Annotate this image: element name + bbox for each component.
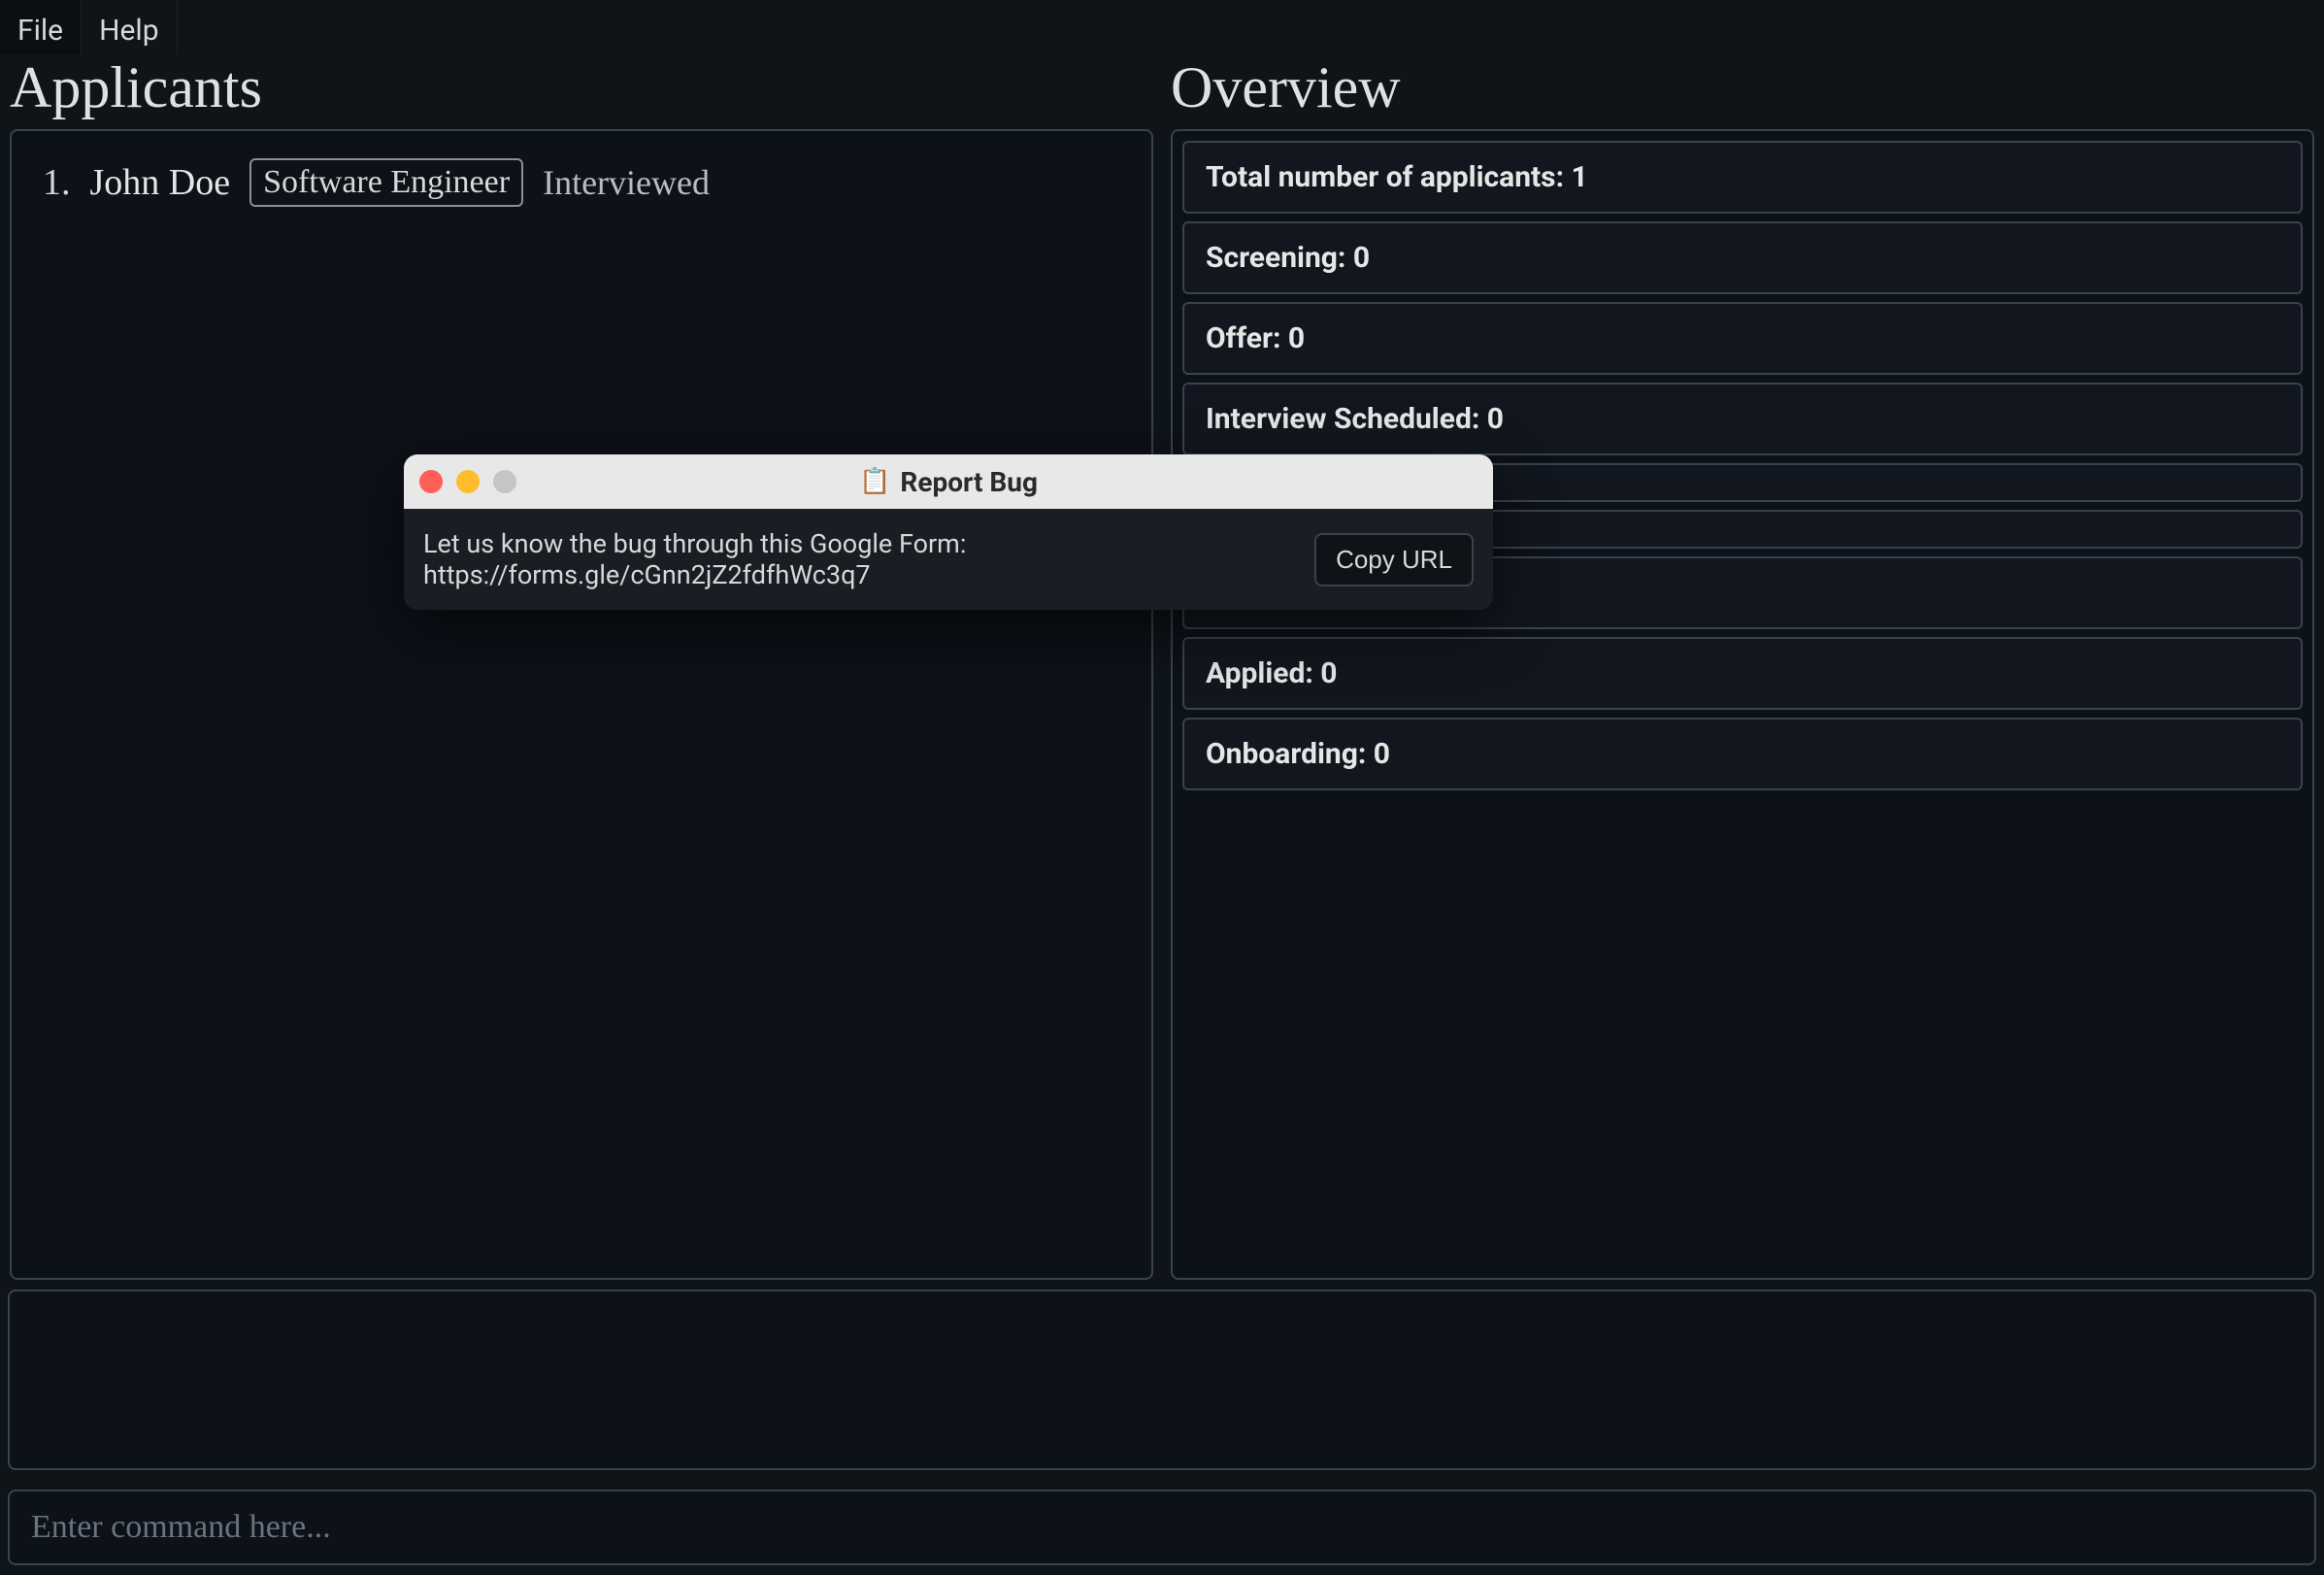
bottom-section	[0, 1290, 2324, 1575]
modal-title: 📋 Report Bug	[404, 466, 1493, 498]
modal-body-text: Let us know the bug through this Google …	[423, 528, 1295, 590]
applicant-number: 1.	[43, 161, 71, 204]
applicants-panel: Applicants 1. John Doe Software Engineer…	[10, 54, 1153, 1280]
applicant-status: Interviewed	[543, 162, 710, 203]
applicant-row[interactable]: 1. John Doe Software Engineer Interviewe…	[21, 141, 1142, 224]
copy-url-button[interactable]: Copy URL	[1314, 533, 1474, 586]
overview-panel: Overview Total number of applicants: 1 S…	[1171, 54, 2314, 1280]
applicants-title: Applicants	[10, 54, 1153, 121]
modal-title-text: Report Bug	[900, 466, 1038, 498]
overview-title: Overview	[1171, 54, 2314, 121]
overview-screening: Screening: 0	[1182, 221, 2303, 294]
clipboard-icon: 📋	[859, 467, 890, 496]
overview-total: Total number of applicants: 1	[1182, 141, 2303, 214]
overview-box: Total number of applicants: 1 Screening:…	[1171, 129, 2314, 1280]
menu-file[interactable]: File	[0, 0, 82, 54]
output-box	[8, 1290, 2316, 1470]
modal-body: Let us know the bug through this Google …	[404, 509, 1493, 610]
overview-interview-scheduled: Interview Scheduled: 0	[1182, 383, 2303, 455]
menu-help[interactable]: Help	[82, 0, 177, 54]
modal-titlebar: 📋 Report Bug	[404, 454, 1493, 509]
applicant-role-badge: Software Engineer	[249, 158, 523, 207]
report-bug-modal: 📋 Report Bug Let us know the bug through…	[404, 454, 1493, 610]
overview-offer: Offer: 0	[1182, 302, 2303, 375]
overview-onboarding: Onboarding: 0	[1182, 718, 2303, 790]
applicants-box: 1. John Doe Software Engineer Interviewe…	[10, 129, 1153, 1280]
menubar: File Help	[0, 0, 2324, 54]
main-content: Applicants 1. John Doe Software Engineer…	[0, 54, 2324, 1290]
command-input[interactable]	[8, 1490, 2316, 1565]
overview-applied: Applied: 0	[1182, 637, 2303, 710]
applicant-name: John Doe	[90, 161, 231, 204]
